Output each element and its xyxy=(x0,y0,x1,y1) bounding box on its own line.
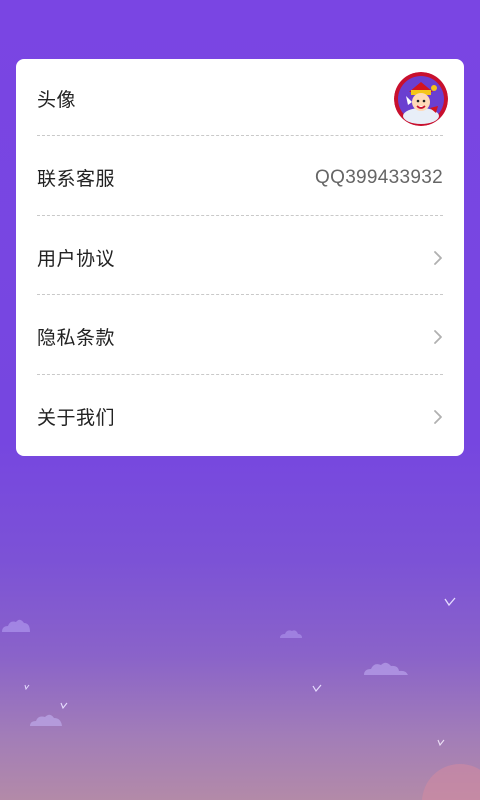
bird-decoration xyxy=(312,684,322,693)
user-agreement-row[interactable]: 用户协议 xyxy=(37,218,443,297)
chevron-right-icon xyxy=(425,408,443,426)
bird-decoration xyxy=(437,739,445,747)
privacy-policy-label: 隐私条款 xyxy=(37,327,116,349)
bird-decoration xyxy=(444,597,456,607)
cloud-decoration xyxy=(364,662,408,675)
row-divider xyxy=(37,374,443,375)
bird-decoration xyxy=(60,702,68,709)
avatar[interactable] xyxy=(394,71,448,126)
chevron-right-icon xyxy=(425,328,443,346)
cloud-decoration xyxy=(2,619,30,632)
avatar-row[interactable]: 头像 xyxy=(37,59,448,138)
chevron-right-icon xyxy=(425,249,443,267)
row-divider xyxy=(37,215,443,216)
contact-support-label: 联系客服 xyxy=(37,168,116,190)
row-divider xyxy=(37,135,443,136)
settings-card: 头像 联系客服 QQ399433932 用户协议 隐私条款 关于我们 xyxy=(16,59,464,456)
bird-decoration xyxy=(24,684,30,690)
row-divider xyxy=(37,294,443,295)
moon-decoration xyxy=(422,764,480,800)
privacy-policy-row[interactable]: 隐私条款 xyxy=(37,297,443,376)
avatar-image xyxy=(394,71,448,126)
contact-support-row[interactable]: 联系客服 QQ399433932 xyxy=(37,138,443,217)
user-agreement-label: 用户协议 xyxy=(37,248,116,270)
about-us-label: 关于我们 xyxy=(37,407,116,429)
about-us-row[interactable]: 关于我们 xyxy=(37,377,443,456)
cloud-decoration xyxy=(280,630,302,638)
settings-screen: 头像 联系客服 QQ399433932 用户协议 隐私条款 关于我们 xyxy=(0,0,480,800)
contact-support-value: QQ399433932 xyxy=(315,166,443,188)
avatar-label: 头像 xyxy=(37,89,77,111)
cloud-decoration xyxy=(30,714,62,726)
